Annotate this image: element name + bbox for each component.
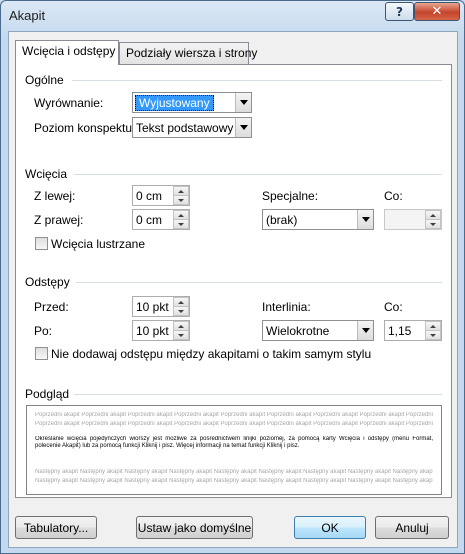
divider [74, 174, 442, 175]
ok-button-label: OK [321, 520, 339, 535]
dialog-body: Wcięcia i odstępy Podziały wiersza i str… [8, 31, 458, 548]
spin-down-icon[interactable] [425, 219, 441, 229]
spin-down-icon[interactable] [173, 306, 189, 316]
preview-current-paragraph: Określanie wcięcia pojedynczych wiorszy … [35, 436, 433, 449]
line-spacing-label: Interlinia: [262, 300, 311, 314]
spacing-before-value: 10 pkt [136, 300, 169, 314]
indent-left-label: Z lewej: [34, 189, 76, 203]
divider [76, 282, 442, 283]
tab-label: Podziały wiersza i strony [126, 46, 258, 60]
special-indent-label: Specjalne: [262, 189, 319, 203]
spacing-heading: Odstępy [25, 275, 70, 289]
indent-left-spinner[interactable]: 0 cm [132, 185, 190, 206]
close-icon: ✕ [431, 4, 443, 19]
indent-left-value: 0 cm [136, 189, 163, 203]
preview-previous-paragraph: Poprzedni akapit Poprzedni akapit Poprze… [35, 412, 433, 418]
special-indent-select[interactable]: (brak) [262, 209, 374, 230]
help-button[interactable]: ? [385, 2, 414, 21]
spacing-after-value: 10 pkt [136, 324, 169, 338]
spacing-before-label: Przed: [34, 300, 69, 314]
tabs-button-label: Tabulatory... [23, 520, 89, 535]
spin-down-icon[interactable] [173, 195, 189, 205]
spacing-after-label: Po: [34, 324, 53, 338]
dialog-title: Akapit [9, 8, 46, 23]
spin-down-icon[interactable] [173, 330, 189, 340]
indent-right-label: Z prawej: [34, 213, 84, 227]
preview-next-paragraph: Następny akapit Następny akapit Następny… [35, 478, 433, 484]
spin-down-icon[interactable] [173, 219, 189, 229]
alignment-label: Wyrównanie: [34, 96, 104, 110]
mirror-indents-label[interactable]: Wcięcia lustrzane [51, 237, 145, 251]
line-spacing-value: Wielokrotne [266, 324, 330, 338]
set-default-button-label: Ustaw jako domyślne [137, 520, 252, 535]
tab-line-page-breaks[interactable]: Podziały wiersza i strony [119, 42, 257, 64]
mirror-indents-checkbox[interactable] [35, 237, 48, 250]
tab-label: Wcięcia i odstępy [22, 44, 116, 58]
title-bar[interactable]: Akapit ? ✕ [1, 1, 464, 31]
spacing-after-spinner[interactable]: 10 pkt [132, 320, 190, 341]
line-spacing-at-value: 1,15 [388, 324, 412, 338]
no-space-same-style-checkbox[interactable] [35, 347, 48, 360]
alignment-select[interactable]: Wyjustowany [132, 92, 252, 113]
chevron-down-icon[interactable] [235, 93, 251, 112]
indents-spacing-panel: Ogólne Wyrównanie: Wyjustowany Poziom ko… [15, 64, 452, 498]
close-button[interactable]: ✕ [414, 2, 460, 21]
alignment-value: Wyjustowany [135, 95, 214, 111]
cancel-button-label: Anuluj [395, 520, 429, 535]
special-indent-value: (brak) [266, 213, 298, 227]
chevron-down-icon[interactable] [357, 321, 373, 340]
divider [72, 80, 442, 81]
line-spacing-at-label: Co: [384, 300, 403, 314]
preview-next-paragraph: Następny akapit Następny akapit Następny… [35, 469, 433, 475]
indent-heading: Wcięcia [25, 167, 68, 181]
paragraph-dialog: Akapit ? ✕ Wcięcia i odstępy Podziały wi… [0, 0, 465, 554]
line-spacing-at-spinner[interactable]: 1,15 [384, 320, 442, 341]
indent-right-spinner[interactable]: 0 cm [132, 209, 190, 230]
ok-button[interactable]: OK [294, 516, 366, 539]
tabs-button[interactable]: Tabulatory... [15, 516, 97, 539]
set-default-button[interactable]: Ustaw jako domyślne [136, 516, 253, 539]
outline-level-label: Poziom konspektu: [34, 121, 136, 135]
indent-right-value: 0 cm [136, 213, 163, 227]
spin-down-icon[interactable] [425, 330, 441, 340]
preview-heading: Podgląd [25, 387, 70, 401]
tab-indents-spacing[interactable]: Wcięcia i odstępy [15, 40, 119, 65]
help-icon: ? [396, 4, 403, 19]
line-spacing-select[interactable]: Wielokrotne [262, 320, 374, 341]
general-heading: Ogólne [25, 73, 64, 87]
outline-level-select[interactable]: Tekst podstawowy [132, 117, 252, 138]
preview-box: Poprzedni akapit Poprzedni akapit Poprze… [26, 405, 442, 495]
spacing-before-spinner[interactable]: 10 pkt [132, 296, 190, 317]
indent-by-spinner[interactable] [384, 209, 442, 230]
chevron-down-icon[interactable] [357, 210, 373, 229]
cancel-button[interactable]: Anuluj [375, 516, 449, 539]
no-space-same-style-label[interactable]: Nie dodawaj odstępu między akapitami o t… [51, 347, 371, 361]
indent-by-label: Co: [384, 189, 403, 203]
divider [74, 394, 442, 395]
preview-previous-paragraph: Poprzedni akapit Poprzedni akapit Poprze… [35, 421, 433, 427]
outline-level-value: Tekst podstawowy [136, 121, 234, 135]
chevron-down-icon[interactable] [235, 118, 251, 137]
